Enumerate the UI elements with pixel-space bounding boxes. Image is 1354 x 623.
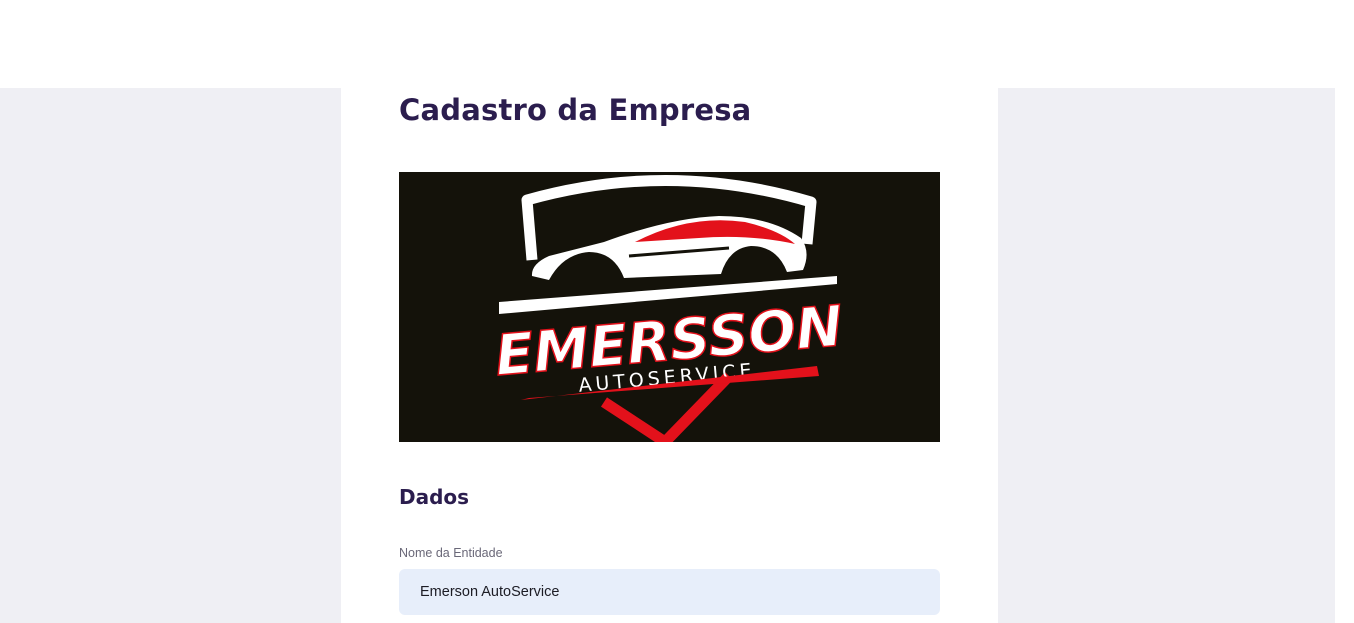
scrollbar-track[interactable] (1335, 88, 1354, 623)
top-bar (0, 0, 1354, 88)
logo-graphic: EMERSSON AUTOSERVICE (399, 172, 940, 442)
entity-name-label: Nome da Entidade (399, 546, 503, 560)
page-title: Cadastro da Empresa (399, 93, 752, 127)
company-form-card: Cadastro da Empresa EMERSSON AUTOSERVICE… (341, 88, 998, 623)
company-logo-image: EMERSSON AUTOSERVICE (399, 172, 940, 442)
entity-name-input[interactable] (399, 569, 940, 615)
section-title-dados: Dados (399, 485, 470, 509)
